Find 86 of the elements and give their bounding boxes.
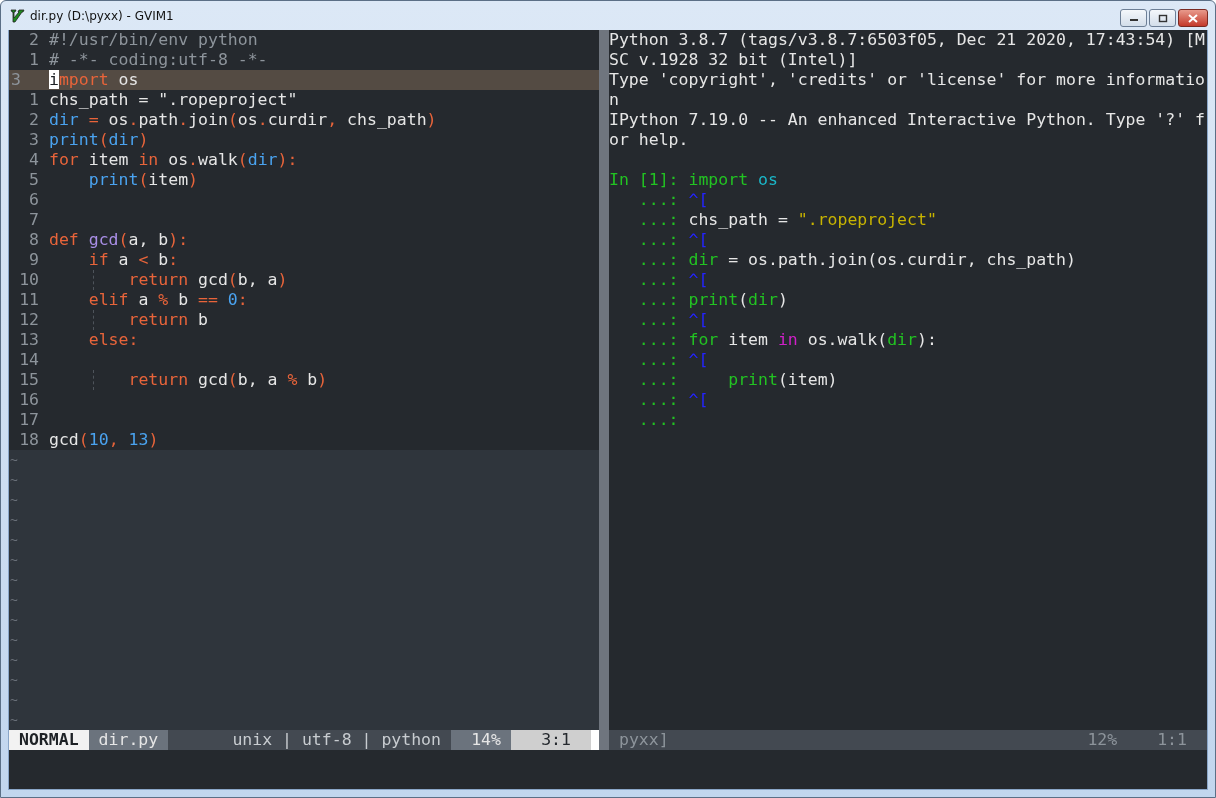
maximize-icon: [1157, 13, 1168, 23]
cursor-position: 1:1: [1157, 730, 1188, 750]
terminal-line: ...: ^[: [637, 230, 709, 250]
terminal-line: ...: ^[: [637, 190, 709, 210]
buffer-name: pyxx]: [619, 730, 669, 750]
scroll-percent: 12%: [1087, 730, 1119, 750]
terminal-line: ...: for item in os.walk(dir):: [637, 330, 937, 350]
empty-line-marker: ~: [9, 591, 18, 609]
line-number: 12: [18, 310, 40, 330]
line-number: 9: [28, 250, 40, 270]
terminal-line: ...: print(dir): [637, 290, 788, 310]
empty-line-marker: ~: [9, 511, 18, 529]
empty-line-marker: ~: [9, 571, 18, 589]
line-number: 8: [28, 230, 40, 250]
line-number: 3: [28, 130, 40, 150]
terminal-line: or help.: [609, 130, 689, 150]
line-number: 13: [18, 330, 40, 350]
code-line: print(dir): [49, 130, 149, 150]
terminal-line: Type 'copyright', 'credits' or 'license' for more informatio: [609, 70, 1206, 90]
terminal-line: ...:: [637, 410, 679, 430]
minimize-button[interactable]: [1120, 9, 1147, 27]
empty-line-marker: ~: [9, 611, 18, 629]
close-button[interactable]: [1178, 9, 1208, 27]
line-number: 1: [28, 90, 40, 110]
terminal-line: SC v.1928 32 bit (Intel)]: [609, 50, 858, 70]
line-number: 1: [28, 50, 40, 70]
code-line: else:: [87, 330, 139, 350]
empty-line-marker: ~: [9, 551, 18, 569]
mode-indicator: NORMAL: [9, 730, 89, 750]
code-line: print(item): [87, 170, 199, 190]
empty-line-marker: ~: [9, 471, 18, 489]
code-line: elif a % b == 0:: [87, 290, 248, 310]
code-line: return gcd(b, a % b): [127, 370, 328, 390]
code-line: dir = os.path.join(os.curdir, chs_path): [49, 110, 437, 130]
file-name: dir.py: [88, 730, 169, 750]
line-number: 11: [18, 290, 40, 310]
app-icon: [9, 7, 25, 24]
line-number: 5: [28, 170, 40, 190]
line-number: 4: [28, 150, 40, 170]
line-number: 6: [28, 190, 40, 210]
terminal-line: IPython 7.19.0 -- An enhanced Interactive Python. Type '?' f: [609, 110, 1206, 130]
code-line: if a < b:: [87, 250, 179, 270]
window-title: dir.py (D:\pyxx) - GVIM1: [30, 8, 175, 23]
empty-line-marker: ~: [9, 631, 18, 649]
terminal-line: Python 3.8.7 (tags/v3.8.7:6503f05, Dec 21 2020, 17:43:54) [M: [609, 30, 1206, 50]
line-number: 18: [18, 430, 40, 450]
line-number: 2: [28, 30, 40, 50]
line-number: 2: [28, 110, 40, 130]
line-number: 14: [18, 350, 40, 370]
code-line: for item in os.walk(dir):: [49, 150, 298, 170]
line-number: 17: [18, 410, 40, 430]
code-line: return gcd(b, a): [127, 270, 288, 290]
terminal-line: ...: print(item): [637, 370, 838, 390]
line-number: 3: [10, 70, 22, 90]
terminal-line: ...: ^[: [637, 350, 709, 370]
terminal-line: ...: dir = os.path.join(os.curdir, chs_path): [637, 250, 1076, 270]
close-icon: [1188, 13, 1198, 23]
empty-line-marker: ~: [9, 671, 18, 689]
maximize-button[interactable]: [1149, 9, 1176, 27]
code-line: #!/usr/bin/env python: [49, 30, 258, 50]
empty-line-marker: ~: [9, 451, 18, 469]
empty-line-marker: ~: [9, 531, 18, 549]
terminal-line: ...: ^[: [637, 390, 709, 410]
scroll-percent: 14%: [451, 730, 511, 750]
line-number: 10: [18, 270, 40, 290]
line-number: 7: [28, 210, 40, 230]
terminal-line: In [1]: import os: [609, 169, 778, 190]
line-number: 15: [18, 370, 40, 390]
code-line: gcd(10, 13): [49, 430, 159, 450]
code-line: def gcd(a, b):: [49, 230, 189, 250]
terminal-line: ...: ^[: [637, 270, 709, 290]
terminal-line: n: [609, 90, 619, 110]
file-info: unix | utf-8 | python: [231, 730, 442, 750]
split-marker: [591, 730, 599, 750]
code-line: import os: [49, 70, 139, 90]
code-line: return b: [127, 310, 208, 330]
empty-line-marker: ~: [9, 651, 18, 669]
line-number: 16: [18, 390, 40, 410]
terminal-line: ...: ^[: [637, 310, 709, 330]
empty-line-marker: ~: [9, 491, 18, 509]
terminal-line: ...: chs_path = ".ropeproject": [637, 210, 937, 230]
empty-line-marker: ~: [9, 711, 18, 729]
code-line: chs_path = ".ropeproject": [49, 90, 298, 110]
cursor-position: 3:1: [511, 730, 591, 750]
empty-line-marker: ~: [9, 691, 18, 709]
code-line: # -*- coding:utf-8 -*-: [49, 50, 268, 70]
